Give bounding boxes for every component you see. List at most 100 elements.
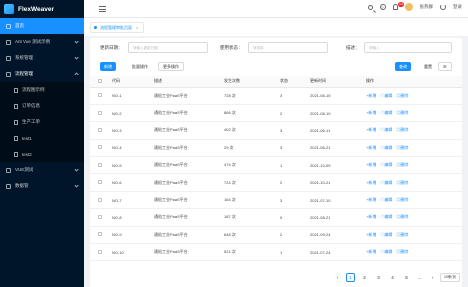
row-delete-link[interactable]: ◎删除 xyxy=(396,162,408,167)
reset-button[interactable]: 重置 xyxy=(420,62,436,71)
table-row[interactable]: NO-8 通俗工业PaaS平台 187 次 0 2021-08-21 +新增 ◇编辑 ◎删除 xyxy=(90,208,462,227)
row-add-link[interactable]: +新增 xyxy=(366,180,376,185)
menu-toggle-icon[interactable] xyxy=(99,6,106,12)
page-5[interactable]: 5 xyxy=(402,273,411,282)
sidebar-subitem-flowchart[interactable]: 流程图示例 xyxy=(0,82,84,98)
search-button[interactable]: 查询 xyxy=(395,62,411,71)
sidebar-item-process[interactable]: 流程管理 xyxy=(0,66,84,82)
row-edit-link[interactable]: ◇编辑 xyxy=(380,145,392,150)
sidebar-item-data[interactable]: 数据管 xyxy=(0,178,84,194)
row-checkbox[interactable] xyxy=(98,180,102,185)
row-checkbox[interactable] xyxy=(98,93,102,98)
row-checkbox[interactable] xyxy=(98,162,102,167)
table-row[interactable]: NO-1 通俗工业PaaS平台 728 次 3 2021-08-15 +新增 ◇编辑 ◎删除 xyxy=(90,87,462,105)
page-size-select[interactable]: 10条/页 xyxy=(440,273,460,282)
row-edit-link[interactable]: ◇编辑 xyxy=(380,162,392,167)
power-icon[interactable] xyxy=(440,4,446,10)
row-checkbox[interactable] xyxy=(98,249,102,254)
row-edit-link[interactable]: ◇编辑 xyxy=(380,93,392,98)
row-delete-link[interactable]: ◎删除 xyxy=(396,180,408,185)
col-header-code[interactable]: 代码 xyxy=(112,76,154,88)
more-actions-button[interactable]: 更多操作 xyxy=(158,62,184,71)
table-row[interactable]: NO-6 通俗工业PaaS平台 724 次 2 2021-10-21 +新增 ◇编辑 ◎删除 xyxy=(90,173,462,192)
table-row[interactable]: NO-9 通俗工业PaaS平台 648 次 2 2021-09-24 +新增 ◇编辑 ◎删除 xyxy=(90,226,462,245)
row-checkbox[interactable] xyxy=(98,197,102,202)
col-header-status[interactable]: 状态 xyxy=(280,76,310,88)
table-row[interactable]: NO-10 通俗工业PaaS平台 521 次 1 2021-07-24 +新增 ◇编辑 ◎删除 xyxy=(90,243,462,262)
row-delete-link[interactable]: ◎删除 xyxy=(396,232,408,237)
row-delete-link[interactable]: ◎删除 xyxy=(396,145,408,150)
cell-code: NO-4 xyxy=(112,139,154,158)
row-edit-link[interactable]: ◇编辑 xyxy=(380,110,392,115)
status-select[interactable]: 请选择 xyxy=(248,42,328,53)
page-ellipsis[interactable]: ... xyxy=(415,273,424,282)
settings-button[interactable]: ☰ xyxy=(438,62,452,71)
close-icon[interactable]: × xyxy=(136,25,138,30)
row-delete-link[interactable]: ◎删除 xyxy=(396,93,408,98)
row-add-link[interactable]: +新增 xyxy=(366,249,376,254)
row-add-link[interactable]: +新增 xyxy=(366,127,376,132)
col-header-count[interactable]: 发生次数 xyxy=(224,76,280,88)
cell-time: 2021-07-24 xyxy=(310,243,366,262)
row-add-link[interactable]: +新增 xyxy=(366,214,376,219)
row-checkbox[interactable] xyxy=(98,232,102,237)
help-icon[interactable]: ? xyxy=(379,4,386,10)
desc-input[interactable]: 请输入 xyxy=(364,42,452,53)
table-row[interactable]: NO-5 通俗工业PaaS平台 474 次 1 2021-10-09 +新增 ◇编辑 ◎删除 xyxy=(90,156,462,175)
col-header-time[interactable]: 更新时间 xyxy=(310,76,366,88)
col-header-desc[interactable]: 描述 xyxy=(154,76,224,88)
sidebar-item-antvue[interactable]: Ant Vue 测试示例 xyxy=(0,34,84,50)
sidebar-item-home[interactable]: 首页 xyxy=(0,18,84,34)
row-edit-link[interactable]: ◇编辑 xyxy=(380,232,392,237)
row-add-link[interactable]: +新增 xyxy=(366,197,376,202)
sidebar-subitem-test1[interactable]: test1 xyxy=(0,130,84,146)
date-input[interactable]: 请输入更新日期 xyxy=(128,42,208,53)
row-checkbox[interactable] xyxy=(98,145,102,150)
sidebar-subitem-test2[interactable]: test2 xyxy=(0,146,84,162)
username[interactable]: 张燕群 xyxy=(420,4,434,10)
row-checkbox[interactable] xyxy=(98,127,102,132)
avatar[interactable] xyxy=(404,3,413,11)
page-2[interactable]: 2 xyxy=(360,273,369,282)
page-4[interactable]: 4 xyxy=(388,273,397,282)
file-icon xyxy=(14,103,18,109)
row-edit-link[interactable]: ◇编辑 xyxy=(380,249,392,254)
table-row[interactable]: NO-3 通俗工业PaaS平台 402 次 3 2021-06-11 +新增 ◇编辑 ◎删除 xyxy=(90,121,462,140)
sidebar-subitem-orders[interactable]: 订单信息 xyxy=(0,98,84,114)
select-all-checkbox[interactable] xyxy=(98,78,102,83)
sidebar-subitem-workorder[interactable]: 生产工单 xyxy=(0,114,84,130)
row-edit-link[interactable]: ◇编辑 xyxy=(380,180,392,185)
row-add-link[interactable]: +新增 xyxy=(366,232,376,237)
row-add-link[interactable]: +新增 xyxy=(366,110,376,115)
row-edit-link[interactable]: ◇编辑 xyxy=(380,214,392,219)
next-page-button[interactable]: › xyxy=(428,273,437,282)
sidebar-item-vuetest[interactable]: VUE测试 xyxy=(0,162,84,178)
row-delete-link[interactable]: ◎删除 xyxy=(396,249,408,254)
page-3[interactable]: 3 xyxy=(374,273,383,282)
row-delete-link[interactable]: ◎删除 xyxy=(396,197,408,202)
app-logo[interactable]: FlexWeaver xyxy=(0,0,84,18)
row-add-link[interactable]: +新增 xyxy=(366,93,376,98)
tab-process-approval[interactable]: 流程管理审批页面 × xyxy=(90,22,145,33)
bell-icon[interactable]: 14 xyxy=(392,2,405,10)
row-add-link[interactable]: +新增 xyxy=(366,162,376,167)
table-row[interactable]: NO-7 通俗工业PaaS平台 164 次 3 2021-07-10 +新增 ◇编辑 ◎删除 xyxy=(90,191,462,210)
table-row[interactable]: NO-4 通俗工业PaaS平台 29 次 3 2021-06-21 +新增 ◇编辑 ◎删除 xyxy=(90,139,462,158)
row-edit-link[interactable]: ◇编辑 xyxy=(380,127,392,132)
row-add-link[interactable]: +新增 xyxy=(366,145,376,150)
row-checkbox[interactable] xyxy=(98,110,102,115)
prev-page-button[interactable]: ‹ xyxy=(333,273,342,282)
logout-link[interactable]: 登录 xyxy=(453,4,462,10)
row-delete-link[interactable]: ◎删除 xyxy=(396,127,408,132)
row-delete-link[interactable]: ◎删除 xyxy=(396,110,408,115)
sidebar-item-label: 系统管理 xyxy=(15,55,33,60)
sidebar-item-system[interactable]: 系统管理 xyxy=(0,50,84,66)
row-checkbox[interactable] xyxy=(98,214,102,219)
row-delete-link[interactable]: ◎删除 xyxy=(396,214,408,219)
search-icon[interactable] xyxy=(367,4,373,10)
add-button[interactable]: 新增 xyxy=(100,62,116,71)
row-edit-link[interactable]: ◇编辑 xyxy=(380,197,392,202)
table-row[interactable]: NO-2 通俗工业PaaS平台 866 次 2 2021-08-10 +新增 ◇编辑 ◎删除 xyxy=(90,104,462,123)
batch-button[interactable]: 批量操作 xyxy=(128,62,152,71)
page-1[interactable]: 1 xyxy=(346,273,355,282)
